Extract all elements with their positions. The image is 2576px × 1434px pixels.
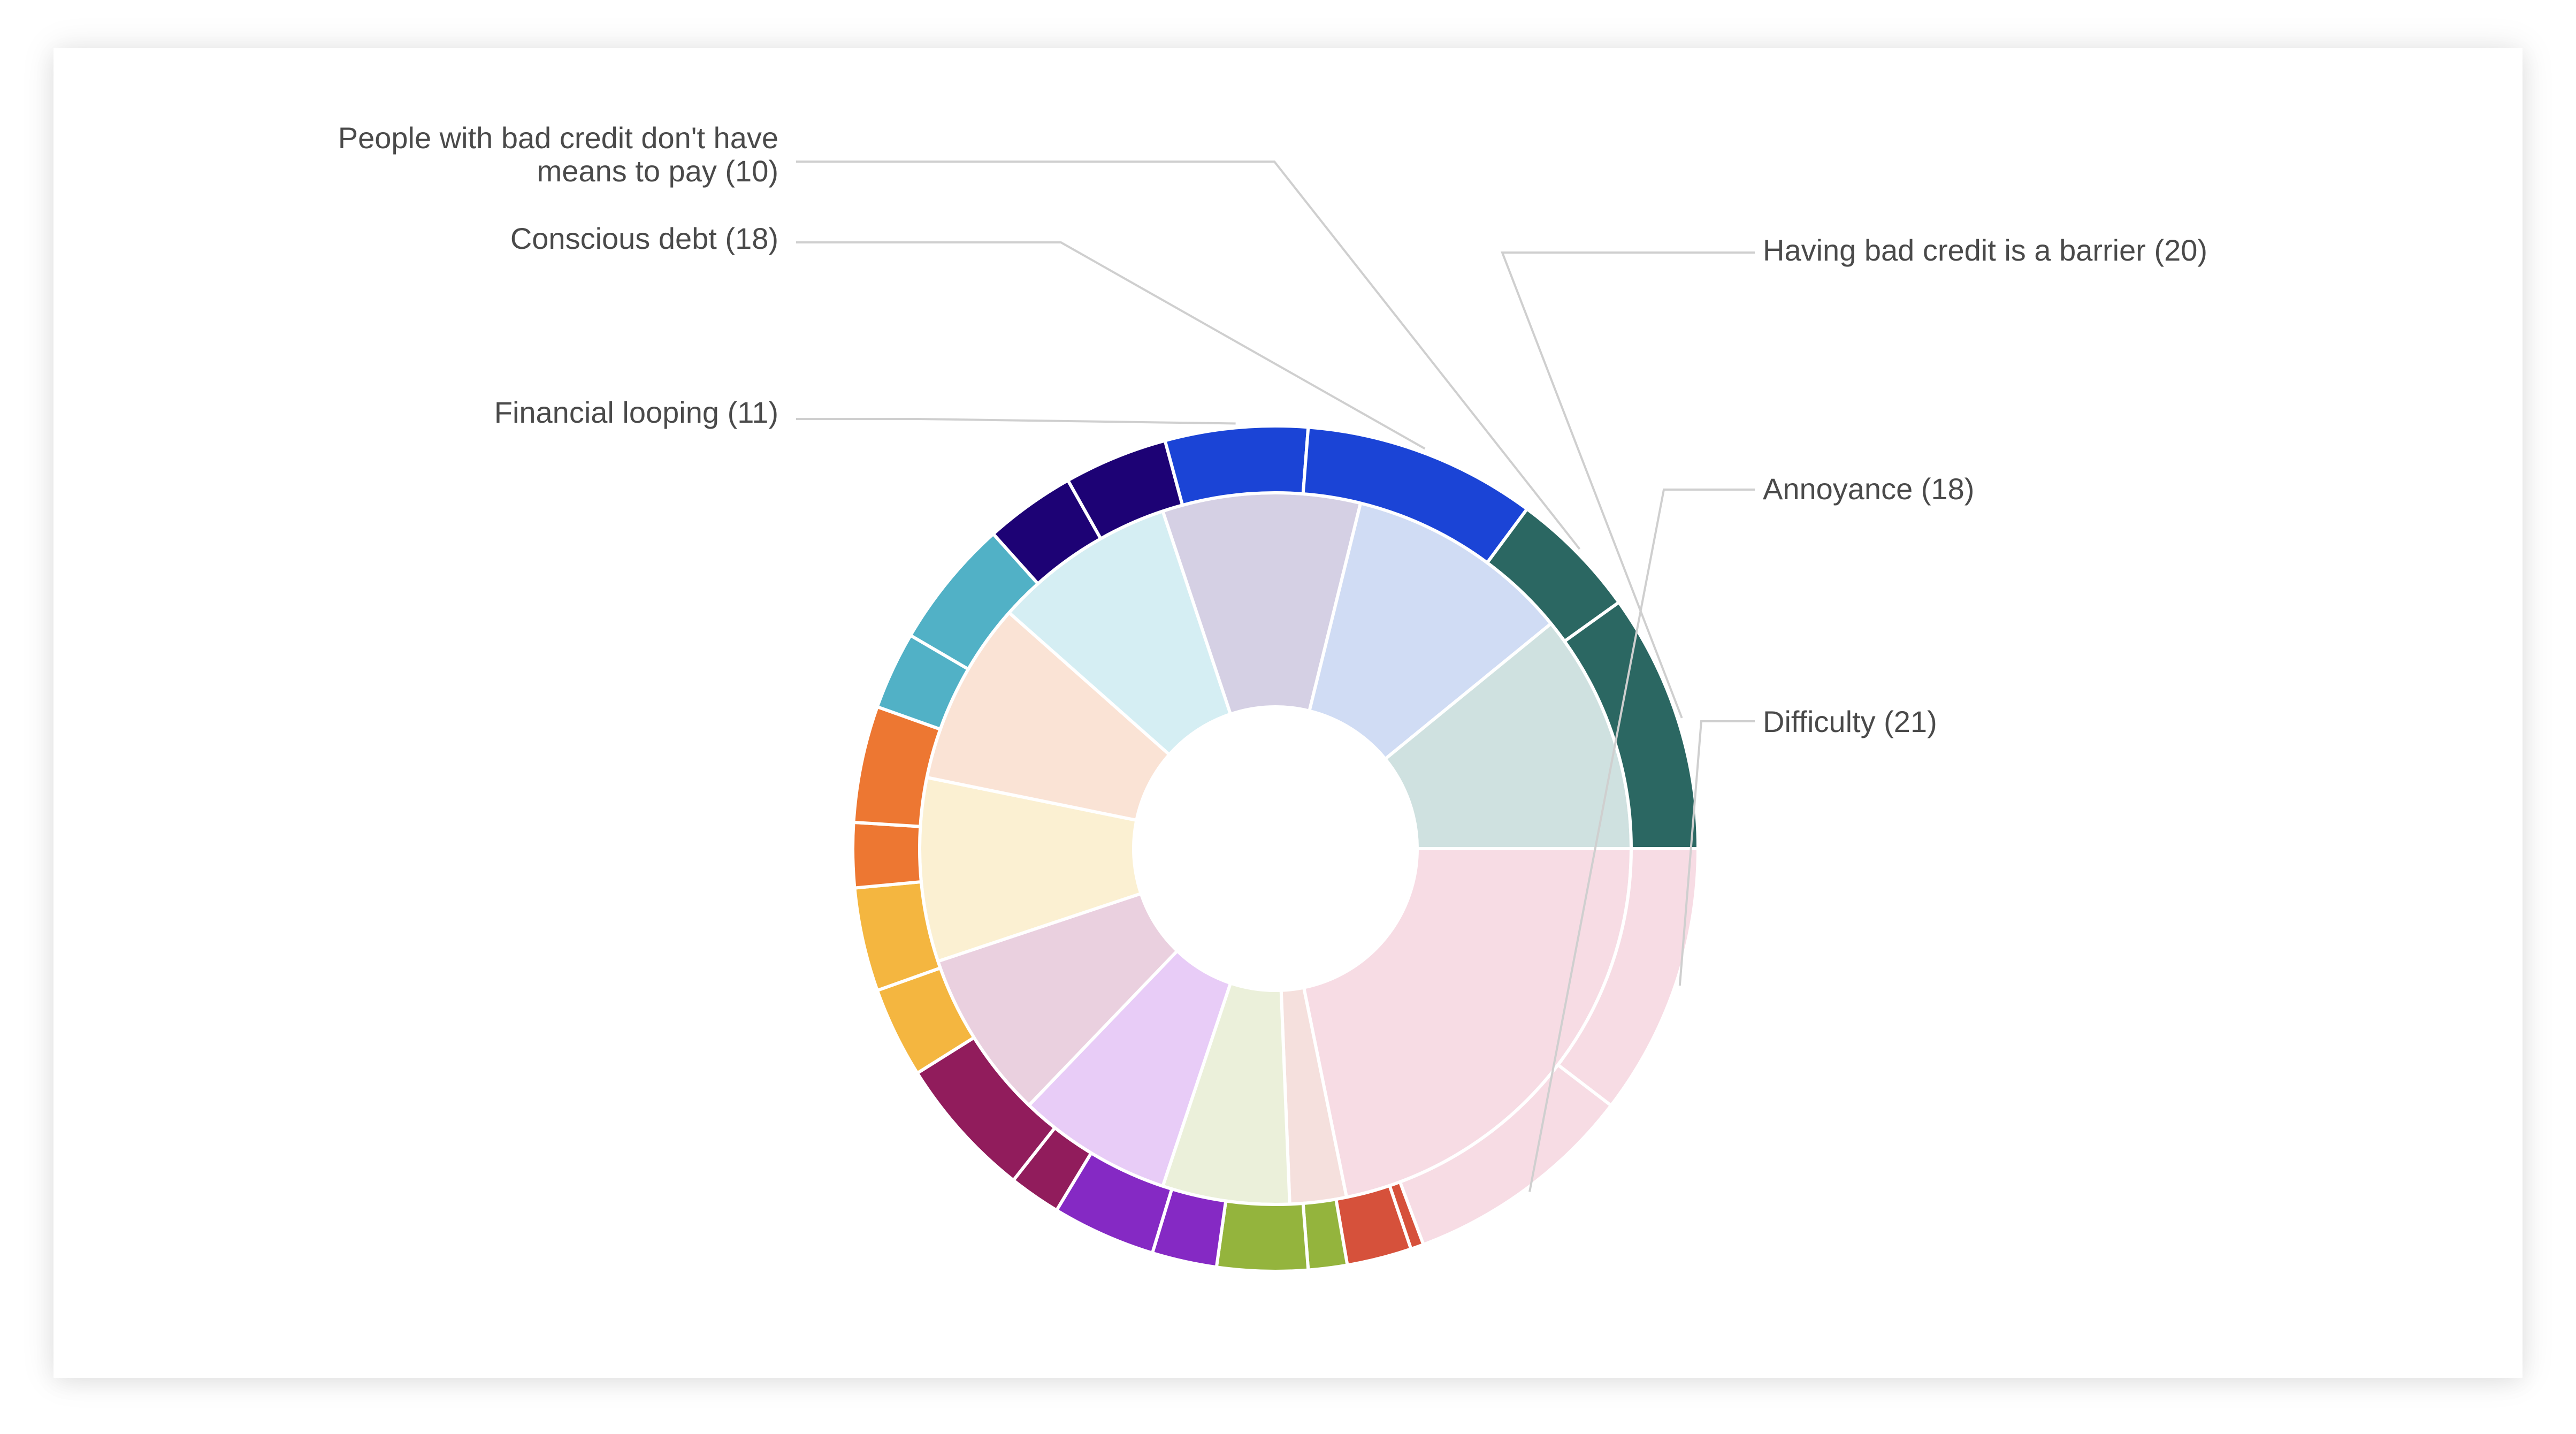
slice-label-line: means to pay (10) [537,154,778,188]
outer-slice-12[interactable] [851,820,923,890]
outer-slice-5[interactable] [1214,1199,1310,1273]
leader-line-5 [796,418,1236,425]
slice-label-line: People with bad credit don't have [338,121,778,155]
slice-label-1: Annoyance (18) [1763,472,1974,506]
slice-label-line: Annoyance (18) [1763,472,1974,506]
slice-label-0: Having bad credit is a barrier (20) [1763,233,2207,267]
outer-slice-18[interactable] [1163,424,1310,507]
inner-slice-0[interactable] [1302,847,1633,1200]
slice-label-3: People with bad credit don't have means t… [338,121,778,188]
slice-label-4: Conscious debt (18) [510,222,778,255]
inner-ring [918,491,1633,1206]
slice-label-line: Having bad credit is a barrier (20) [1763,233,2207,267]
leader-line-4 [796,241,1426,450]
slice-label-5: Financial looping (11) [494,395,778,429]
leader-line-2 [1678,720,1755,986]
sunburst-chart: Having bad credit is a barrier (20) Annoy… [338,121,2207,1273]
slice-label-line: Financial looping (11) [494,395,778,429]
slice-label-line: Difficulty (21) [1763,705,1937,738]
slice-label-line: Conscious debt (18) [510,222,778,255]
slice-label-2: Difficulty (21) [1763,705,1937,738]
